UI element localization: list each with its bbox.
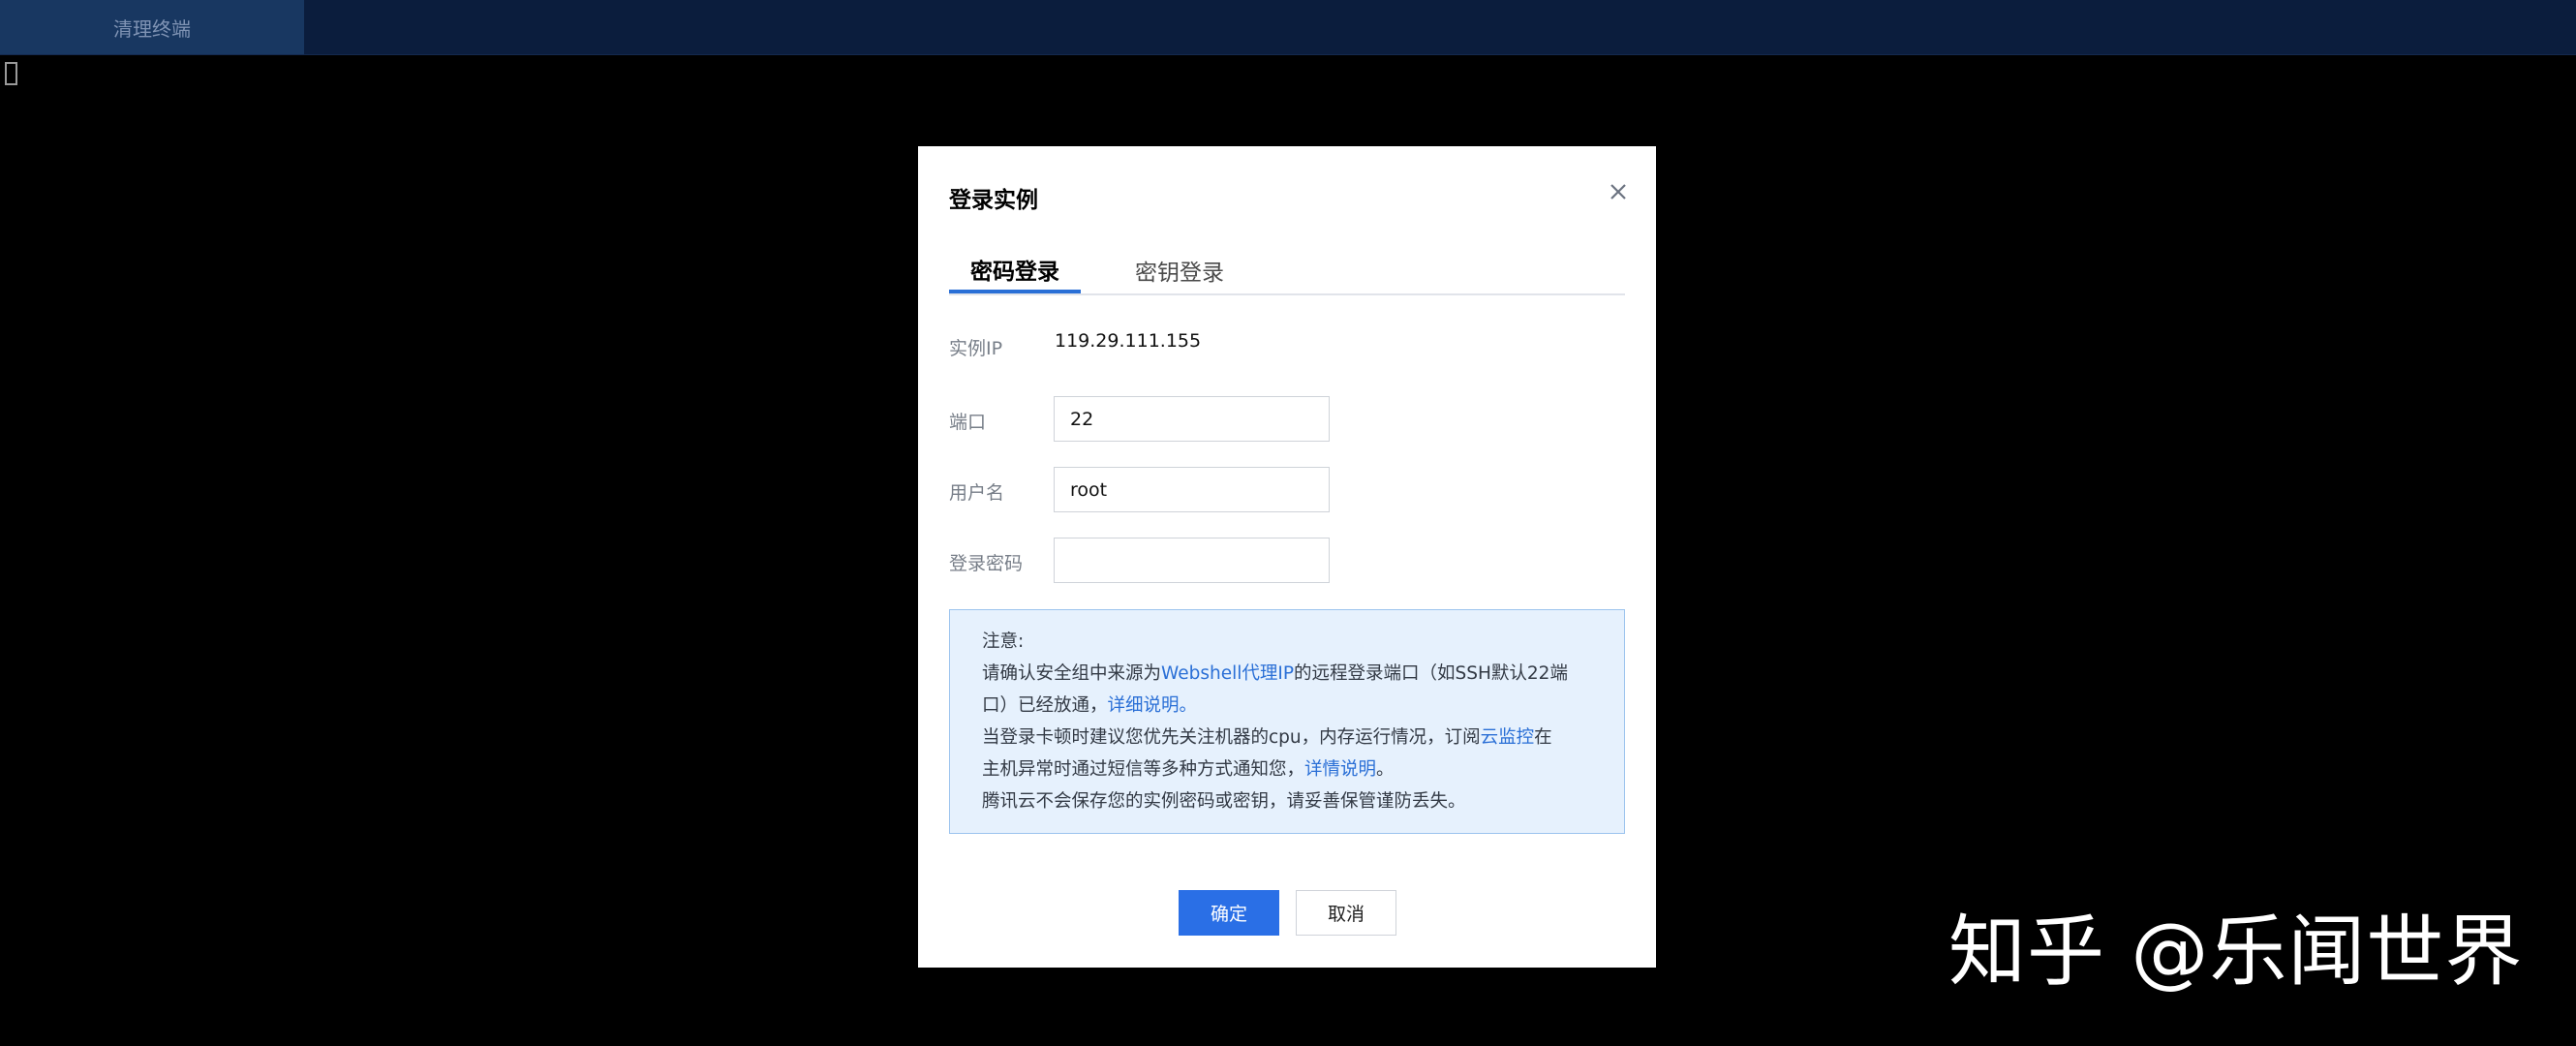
notice-line-2: 口）已经放通，详细说明。: [982, 690, 1593, 722]
instance-ip-value: 119.29.111.155: [1055, 330, 1202, 352]
tab-key-login[interactable]: 密钥登录: [1114, 248, 1245, 292]
port-input[interactable]: [1054, 396, 1330, 442]
tab-password-login[interactable]: 密码登录: [949, 248, 1081, 293]
terminal-topbar: 清理终端: [0, 0, 2576, 55]
instance-ip-label: 实例IP: [949, 338, 1003, 359]
notice-text: 在: [1534, 727, 1552, 748]
notice-line-3: 当登录卡顿时建议您优先关注机器的cpu，内存运行情况，订阅云监控在: [982, 722, 1593, 754]
webshell-proxy-ip-link[interactable]: Webshell代理IP: [1161, 663, 1294, 684]
notice-text: 口）已经放通，: [982, 695, 1108, 716]
close-icon[interactable]: [1602, 175, 1635, 208]
dialog-title: 登录实例: [949, 188, 1038, 213]
notice-text: 。: [1376, 759, 1395, 780]
notice-text: 请确认安全组中来源为: [982, 663, 1162, 684]
terminal-cursor: [5, 62, 17, 85]
notice-text: 的远程登录端口（如SSH默认22端: [1294, 663, 1568, 684]
notice-heading: 注意:: [982, 631, 1025, 652]
notice-text: 当登录卡顿时建议您优先关注机器的cpu，内存运行情况，订阅: [982, 727, 1481, 748]
confirm-button[interactable]: 确定: [1179, 890, 1279, 936]
port-label: 端口: [949, 412, 987, 433]
username-label: 用户名: [949, 482, 1005, 504]
notice-line-1: 请确认安全组中来源为Webshell代理IP的远程登录端口（如SSH默认22端: [982, 658, 1593, 690]
password-label: 登录密码: [949, 553, 1024, 574]
password-input[interactable]: [1054, 538, 1330, 583]
login-method-tabs: 密码登录 密钥登录: [949, 248, 1625, 295]
detail-explanation-link[interactable]: 详细说明。: [1108, 695, 1198, 716]
notice-box: 注意: 请确认安全组中来源为Webshell代理IP的远程登录端口（如SSH默认…: [949, 609, 1625, 834]
login-instance-dialog: 登录实例 密码登录 密钥登录 实例IP 119.29.111.155 端口 用户…: [918, 146, 1656, 968]
cloud-monitor-link[interactable]: 云监控: [1481, 727, 1535, 748]
clear-terminal-tab[interactable]: 清理终端: [0, 0, 304, 54]
notice-text: 主机异常时通过短信等多种方式通知您，: [982, 759, 1305, 780]
cancel-button[interactable]: 取消: [1296, 890, 1396, 936]
details-link[interactable]: 详情说明: [1304, 759, 1376, 780]
zhihu-watermark: 知乎 @乐闻世界: [1948, 907, 2524, 997]
notice-line-4: 主机异常时通过短信等多种方式通知您，详情说明。: [982, 754, 1593, 785]
username-input[interactable]: [1054, 467, 1330, 512]
notice-line-5: 腾讯云不会保存您的实例密码或密钥，请妥善保管谨防丢失。: [982, 791, 1466, 812]
